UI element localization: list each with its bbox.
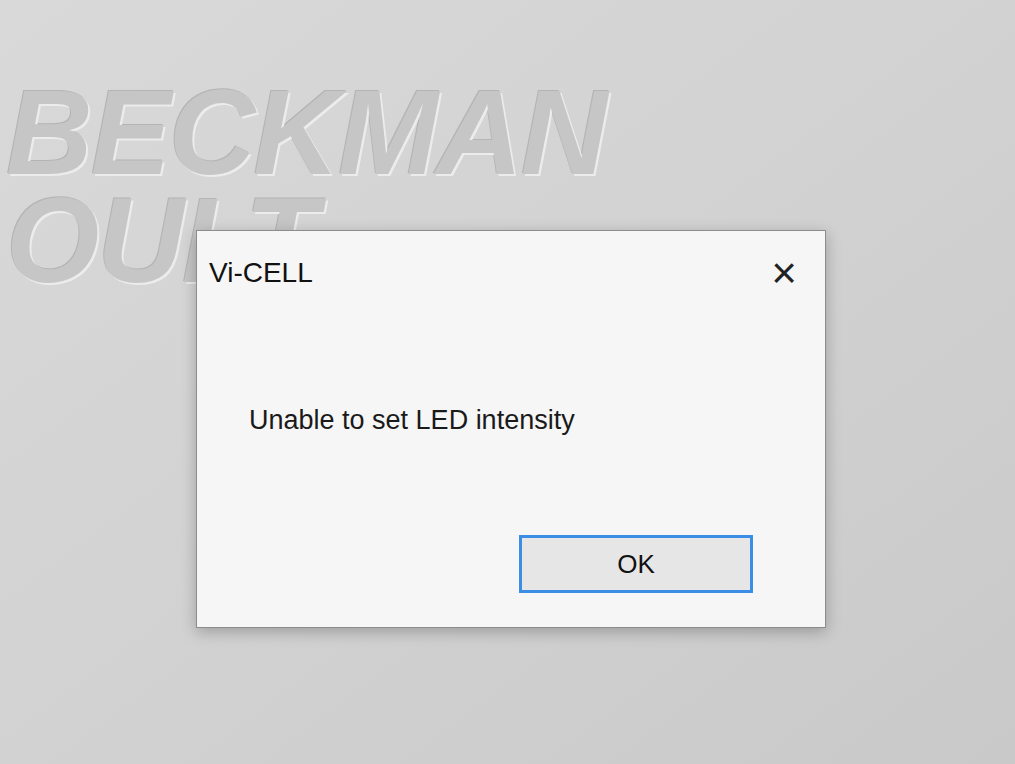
button-row: OK [197,535,825,627]
message-dialog: Vi-CELL × Unable to set LED intensity OK [196,230,826,628]
watermark-line: BECKMAN [6,78,605,186]
ok-button[interactable]: OK [519,535,753,593]
button-label: OK [617,545,655,584]
close-button[interactable]: × [765,251,803,295]
title-bar: Vi-CELL × [197,231,825,301]
desktop: BECKMANOULT Vi-CELL× Unable to set LED i… [0,0,1015,764]
dialog-title: Vi-CELL [209,252,313,294]
dialog-body: Unable to set LED intensity [197,301,825,535]
dialog-message: Unable to set LED intensity [249,400,575,441]
